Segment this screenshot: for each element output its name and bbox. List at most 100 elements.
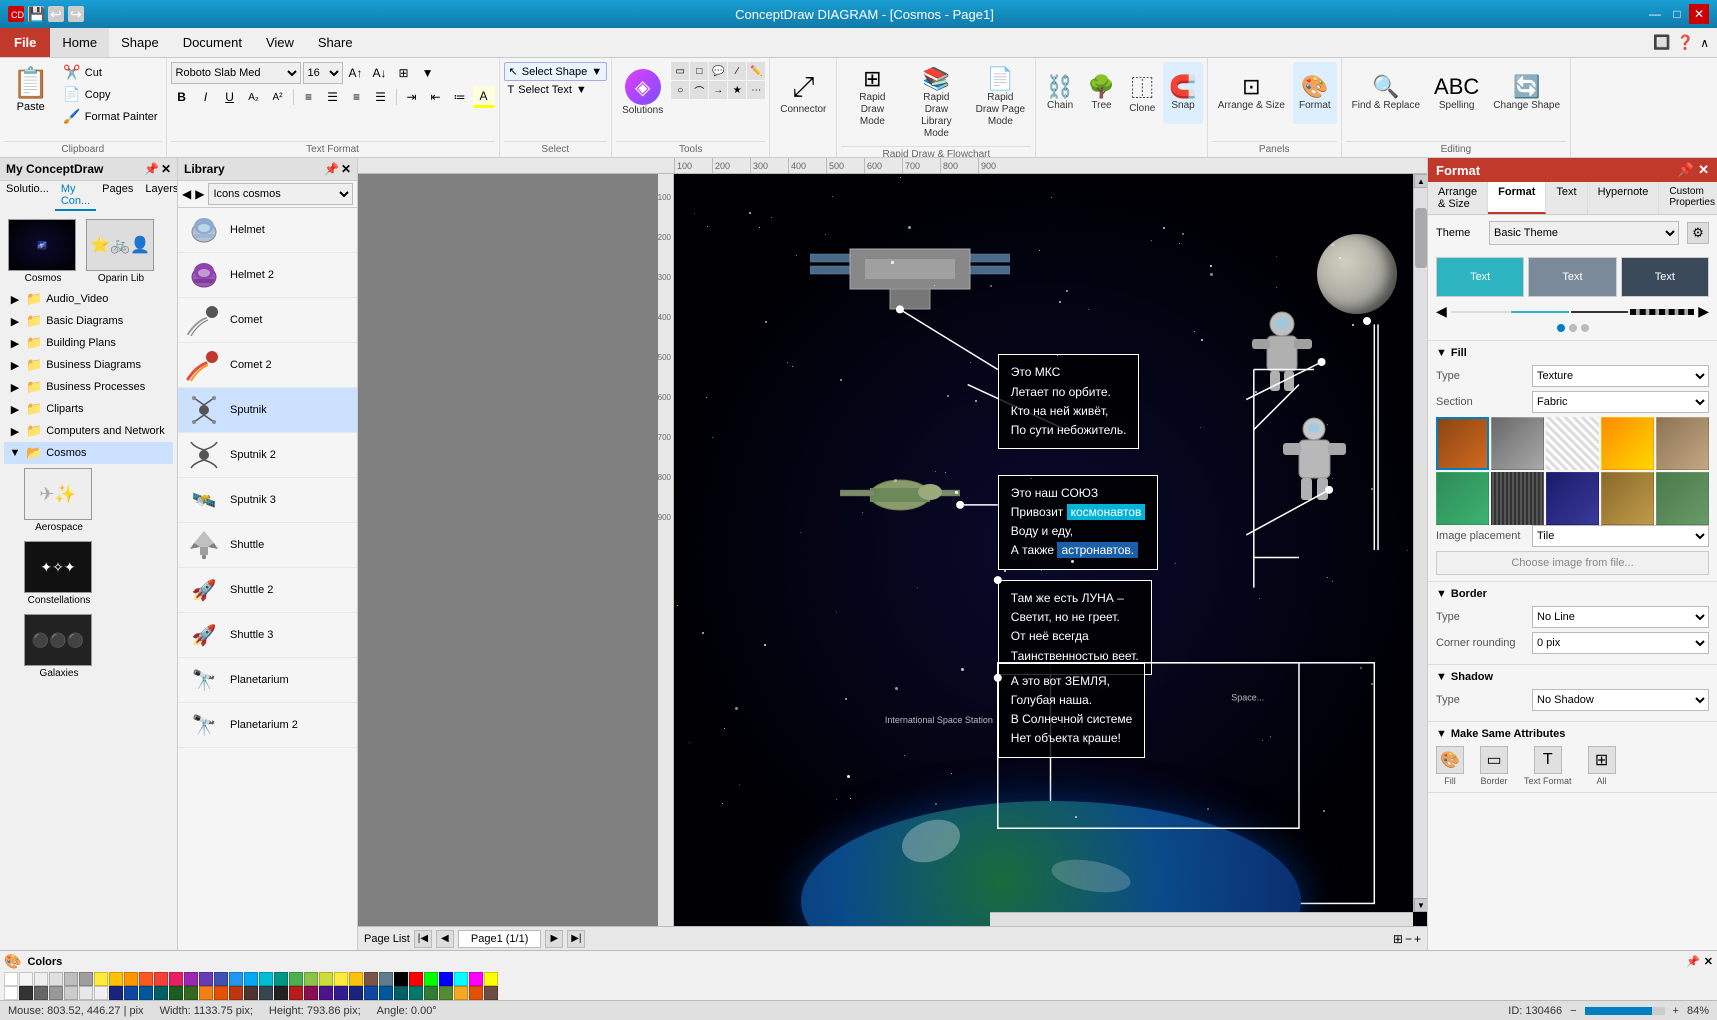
text-format-expand[interactable]: ⊞: [393, 62, 415, 84]
color-swatch[interactable]: [259, 986, 273, 1000]
cut-button[interactable]: ✂️ Cut: [59, 62, 161, 83]
indent-decrease-button[interactable]: ⇤: [425, 86, 447, 108]
tool-callout[interactable]: 💬: [709, 62, 727, 80]
color-swatch[interactable]: [124, 972, 138, 986]
library-item-shuttle2[interactable]: 🚀 Shuttle 2: [178, 568, 357, 613]
color-swatch[interactable]: [214, 986, 228, 1000]
copy-button[interactable]: 📄 Copy: [59, 84, 161, 105]
color-swatch[interactable]: [289, 986, 303, 1000]
tree-cliparts[interactable]: ▶ 📁 Cliparts: [4, 398, 173, 420]
arrange-size-button[interactable]: ⊡ Arrange & Size: [1212, 62, 1291, 124]
color-swatch[interactable]: [64, 972, 78, 986]
quick-access-undo[interactable]: ↩: [48, 6, 64, 22]
aerospace-item[interactable]: ✈✨ Aerospace: [24, 468, 94, 533]
image-placement-select[interactable]: Tile: [1532, 525, 1709, 547]
color-swatch[interactable]: [439, 986, 453, 1000]
indent-increase-button[interactable]: ⇥: [401, 86, 423, 108]
color-swatch[interactable]: [244, 972, 258, 986]
color-swatch[interactable]: [424, 972, 438, 986]
page-next-button[interactable]: ▶: [545, 930, 563, 948]
color-swatch[interactable]: [184, 986, 198, 1000]
texture-7[interactable]: [1491, 472, 1544, 525]
make-same-fill[interactable]: 🎨 Fill: [1436, 746, 1464, 786]
color-swatch[interactable]: [334, 972, 348, 986]
tree-business-diagrams[interactable]: ▶ 📁 Business Diagrams: [4, 354, 173, 376]
color-swatch[interactable]: [229, 986, 243, 1000]
theme-select[interactable]: Basic Theme: [1489, 221, 1679, 245]
color-swatch[interactable]: [244, 986, 258, 1000]
color-swatch[interactable]: [139, 972, 153, 986]
texture-8[interactable]: [1546, 472, 1599, 525]
page-zoom-out[interactable]: −: [1405, 932, 1412, 946]
share-menu[interactable]: Share: [306, 28, 365, 57]
fill-type-select[interactable]: Texture: [1532, 365, 1709, 387]
tree-cosmos[interactable]: ▼ 📂 Cosmos: [4, 442, 173, 464]
help-icon[interactable]: 🔲: [1653, 34, 1670, 51]
custom-properties-tab[interactable]: Custom Properties: [1659, 182, 1717, 214]
color-swatch[interactable]: [229, 972, 243, 986]
select-shape-dropdown[interactable]: ▼: [591, 66, 602, 78]
document-menu[interactable]: Document: [171, 28, 254, 57]
color-swatch[interactable]: [169, 972, 183, 986]
color-swatch[interactable]: [49, 986, 63, 1000]
color-swatch[interactable]: [79, 972, 93, 986]
style-preview-dark[interactable]: Text: [1621, 257, 1709, 297]
library-item-planetarium[interactable]: 🔭 Planetarium: [178, 658, 357, 703]
bold-button[interactable]: B: [171, 86, 193, 108]
color-swatch[interactable]: [349, 972, 363, 986]
color-swatch[interactable]: [184, 972, 198, 986]
colors-pin[interactable]: 📌: [1686, 955, 1700, 968]
library-item-helmet[interactable]: Helmet: [178, 208, 357, 253]
color-swatch[interactable]: [364, 986, 378, 1000]
paste-button[interactable]: 📋 Paste: [4, 62, 57, 127]
connector-button[interactable]: ⤢ Connector: [774, 62, 832, 124]
canvas[interactable]: International Space Station Space...: [674, 174, 1427, 926]
texture-4[interactable]: [1601, 417, 1654, 470]
tree-button[interactable]: 🌳 Tree: [1082, 62, 1121, 124]
color-swatch[interactable]: [94, 986, 108, 1000]
view-menu[interactable]: View: [254, 28, 306, 57]
corner-rounding-select[interactable]: 0 pix: [1532, 632, 1709, 654]
scroll-down-button[interactable]: ▼: [1414, 898, 1427, 912]
color-swatch[interactable]: [334, 986, 348, 1000]
tool-line[interactable]: ∕: [728, 62, 746, 80]
texture-1[interactable]: [1436, 417, 1489, 470]
rapid-draw-mode-button[interactable]: ⊞ Rapid Draw Mode: [841, 62, 903, 132]
make-same-text-format[interactable]: T Text Format: [1524, 746, 1572, 786]
left-panel-close[interactable]: ✕: [161, 162, 171, 176]
scroll-up-button[interactable]: ▲: [1414, 174, 1427, 188]
color-swatch[interactable]: [364, 972, 378, 986]
textbox-earth[interactable]: А это вот ЗЕМЛЯ, Голубая наша. В Солнечн…: [998, 663, 1146, 758]
texture-6[interactable]: [1436, 472, 1489, 525]
library-pin[interactable]: 📌: [324, 162, 339, 176]
dot-1[interactable]: [1557, 324, 1565, 332]
color-swatch[interactable]: [34, 986, 48, 1000]
shape-menu[interactable]: Shape: [109, 28, 171, 57]
clone-button[interactable]: ⿰ Clone: [1123, 62, 1161, 124]
make-same-header[interactable]: ▼ Make Same Attributes: [1436, 728, 1709, 740]
subscript-button[interactable]: A₂: [243, 86, 265, 108]
choose-image-button[interactable]: Choose image from file...: [1436, 551, 1709, 575]
tool-star[interactable]: ★: [728, 81, 746, 99]
change-shape-button[interactable]: 🔄 Change Shape: [1487, 62, 1566, 124]
nav-forward[interactable]: ▶: [195, 187, 204, 201]
zoom-out-btn[interactable]: −: [1570, 1005, 1576, 1017]
tool-pen[interactable]: ✏️: [747, 62, 765, 80]
increase-font-button[interactable]: A↑: [345, 62, 367, 84]
format-painter-button[interactable]: 🖌️ Format Painter: [59, 106, 161, 127]
tree-business-processes[interactable]: ▶ 📁 Business Processes: [4, 376, 173, 398]
zoom-slider[interactable]: [1585, 1007, 1665, 1015]
color-swatch[interactable]: [274, 972, 288, 986]
fill-header[interactable]: ▼ Fill: [1436, 347, 1709, 359]
color-swatch[interactable]: [19, 972, 33, 986]
color-swatch[interactable]: [454, 986, 468, 1000]
color-swatch[interactable]: [469, 972, 483, 986]
color-swatch[interactable]: [379, 972, 393, 986]
texture-9[interactable]: [1601, 472, 1654, 525]
layers-tab[interactable]: Layers: [139, 181, 178, 211]
format-button[interactable]: 🎨 Format: [1293, 62, 1337, 124]
library-item-comet[interactable]: Comet: [178, 298, 357, 343]
color-swatch[interactable]: [214, 972, 228, 986]
colors-close[interactable]: ✕: [1704, 955, 1713, 968]
fill-section-select[interactable]: Fabric: [1532, 391, 1709, 413]
